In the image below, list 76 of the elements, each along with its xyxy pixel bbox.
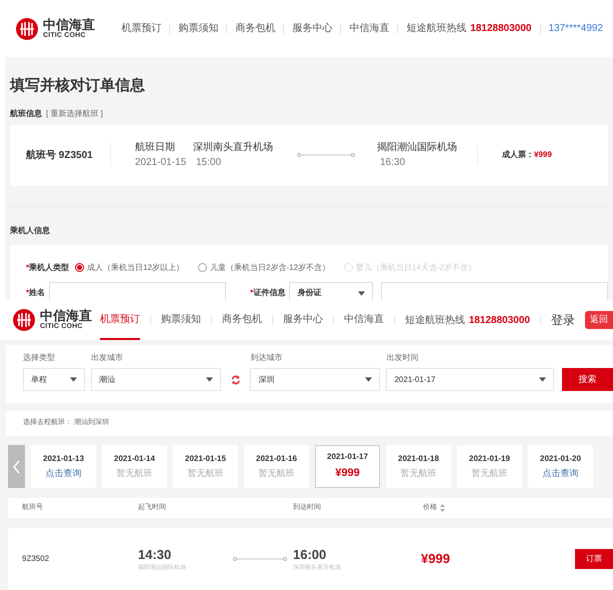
date-tab[interactable]: 2021-01-14 暂无航班 (102, 445, 167, 488)
date-tab[interactable]: 2021-01-18 暂无航班 (386, 445, 451, 488)
date-tab[interactable]: 2021-01-13 点击查询 (31, 445, 96, 488)
caret-icon (70, 377, 77, 382)
flight-date: 2021-01-15 (135, 156, 188, 170)
required-mark: * (250, 287, 254, 299)
nav-link[interactable]: 机票预订 (121, 21, 162, 36)
login-link[interactable]: 登录 (551, 311, 575, 329)
reselect-flight-link[interactable]: [ 重新选择航班 ] (46, 108, 103, 120)
field-label: 乘机人类型 (29, 262, 70, 274)
field-label: 出发城市 (91, 352, 124, 364)
nav-link[interactable]: 中信海直 (349, 21, 390, 36)
price: ¥999 (534, 149, 552, 161)
price: ¥999 (421, 550, 450, 568)
field-label: 姓名 (29, 287, 46, 299)
previous-dates-button[interactable] (8, 445, 25, 488)
date-tab[interactable]: 2021-01-16 暂无航班 (244, 445, 309, 488)
departure-date-dropdown[interactable]: 2021-01-17 (386, 368, 554, 391)
section-label: 航班信息 (10, 108, 42, 120)
user-account-link[interactable]: 137****4992 (548, 21, 603, 36)
field-label: 证件信息 (253, 287, 286, 299)
caret-icon (206, 377, 213, 382)
caret-icon (539, 377, 546, 382)
nav-link[interactable]: 购票须知 (178, 21, 218, 36)
radio-label: 成人（乘机当日12岁以上） (87, 262, 184, 274)
arrival-time: 16:30 (379, 156, 406, 170)
back-button[interactable]: 返回 (585, 311, 613, 329)
sort-icon (440, 504, 445, 512)
nav-tab[interactable]: 购票须知 (160, 300, 201, 340)
flight-number: 航班号 9Z3501 (24, 148, 94, 162)
departure-city-dropdown[interactable]: 潮汕 (91, 368, 221, 391)
chevron-left-icon (13, 460, 20, 474)
search-button[interactable]: 搜索 (562, 368, 613, 391)
nav-tab[interactable]: 商务包机 (222, 300, 262, 340)
hotline-label: 短途航班热线 (404, 314, 465, 328)
nav-link[interactable]: 服务中心 (292, 21, 332, 36)
radio-button[interactable] (75, 263, 84, 272)
caret-icon (365, 377, 372, 382)
flight-number: 9Z3502 (21, 553, 50, 565)
date-tab[interactable]: 2021-01-15 暂无航班 (173, 445, 238, 488)
arrival-city-dropdown[interactable]: 深圳 (250, 368, 380, 391)
hotline-label: 短途航班热线 (406, 22, 466, 36)
caret-icon (358, 290, 366, 296)
departure-time: 15:00 (195, 156, 222, 170)
required-mark: * (26, 287, 30, 299)
radio-button[interactable] (198, 263, 208, 272)
hotline-number: 18128803000 (470, 22, 532, 36)
nav-link[interactable]: 商务包机 (235, 21, 276, 36)
arrival-time: 16:00 (293, 546, 328, 564)
field-label: 出发时间 (386, 352, 420, 364)
logo-name: 中信海直 (40, 310, 92, 323)
trip-type-dropdown[interactable]: 单程 (23, 368, 85, 391)
date-tab[interactable]: 2021-01-17 ¥999 (315, 445, 380, 488)
arrival-airport: 揭阳潮汕国际机场 (377, 140, 458, 155)
radio-label: 儿童（乘机当日2岁含-12岁不含） (210, 262, 330, 274)
section-label: 乘机人信息 (10, 224, 51, 236)
departure-time: 14:30 (138, 546, 172, 564)
route-line-icon (297, 152, 355, 158)
nav-tab[interactable]: 中信海直 (344, 300, 384, 340)
page-title: 填写并核对订单信息 (10, 76, 146, 96)
nav-tab[interactable]: 机票预订 (100, 300, 140, 340)
logo-emblem-icon (12, 308, 36, 332)
logo-name: 中信海直 (43, 18, 95, 32)
departure-airport: 深圳南头直升机场 (193, 140, 274, 155)
field-label: 到达城市 (250, 352, 284, 364)
nav-tab[interactable]: 服务中心 (282, 300, 323, 340)
logo-emblem-icon (15, 16, 39, 40)
route-line-icon (233, 556, 287, 562)
date-label: 航班日期 (135, 140, 176, 155)
required-mark: * (26, 262, 30, 274)
book-button[interactable]: 订票 (575, 549, 613, 569)
date-tab[interactable]: 2021-01-19 暂无航班 (457, 445, 522, 488)
price-label: 成人票： (502, 149, 534, 161)
field-label: 选择类型 (23, 352, 56, 364)
hotline-number: 18128803000 (468, 314, 530, 328)
date-tab[interactable]: 2021-01-20 点击查询 (528, 445, 593, 488)
